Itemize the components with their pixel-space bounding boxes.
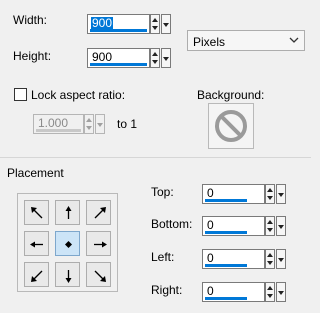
place-bottom-button[interactable] xyxy=(55,262,80,287)
place-center-button[interactable] xyxy=(55,231,80,256)
center-dot-icon xyxy=(65,241,72,248)
dropdown-arrow-icon xyxy=(278,225,284,229)
bottom-dropdown-button[interactable] xyxy=(276,216,286,236)
no-color-icon xyxy=(215,110,247,142)
aspect-ratio-underline xyxy=(36,129,81,132)
left-spinner[interactable] xyxy=(265,249,275,269)
right-field[interactable]: 0 xyxy=(202,282,286,302)
place-top-right-button[interactable] xyxy=(86,200,111,225)
dropdown-arrow-icon xyxy=(163,57,169,61)
aspect-ratio-field: 1.000 xyxy=(33,114,105,134)
left-field[interactable]: 0 xyxy=(202,249,286,269)
dropdown-arrow-icon xyxy=(163,23,169,27)
arrow-right-icon xyxy=(94,241,107,248)
spin-up-icon[interactable] xyxy=(267,220,273,224)
arrow-down-left-icon xyxy=(31,270,43,282)
spin-up-icon[interactable] xyxy=(152,52,158,56)
lock-aspect-label: Lock aspect ratio: xyxy=(31,88,126,102)
left-underline xyxy=(205,264,247,267)
spin-down-icon[interactable] xyxy=(267,294,273,298)
placement-heading: Placement xyxy=(7,166,64,180)
width-underline xyxy=(90,29,147,32)
aspect-ratio-spinner xyxy=(84,114,94,134)
place-bottom-right-button[interactable] xyxy=(86,262,111,287)
spin-down-icon[interactable] xyxy=(267,261,273,265)
units-select-value: Pixels xyxy=(193,35,226,49)
arrow-down-icon xyxy=(65,270,72,283)
units-select[interactable]: Pixels xyxy=(187,30,305,51)
spin-up-icon[interactable] xyxy=(152,18,158,22)
dropdown-arrow-icon xyxy=(278,291,284,295)
dropdown-arrow-icon xyxy=(97,123,103,127)
spin-up-icon[interactable] xyxy=(267,188,273,192)
aspect-ratio-dropdown-button xyxy=(95,114,105,134)
arrow-up-right-icon xyxy=(94,207,106,219)
width-dropdown-button[interactable] xyxy=(161,14,171,34)
height-dropdown-button[interactable] xyxy=(161,48,171,68)
place-left-button[interactable] xyxy=(24,231,49,256)
right-label: Right: xyxy=(151,283,183,297)
width-label: Width: xyxy=(13,13,48,27)
bottom-spinner[interactable] xyxy=(265,216,275,236)
spin-down-icon[interactable] xyxy=(267,228,273,232)
spin-up-icon[interactable] xyxy=(267,253,273,257)
background-label: Background: xyxy=(197,88,265,102)
left-label: Left: xyxy=(151,250,175,264)
right-dropdown-button[interactable] xyxy=(276,282,286,302)
lock-aspect-checkbox[interactable] xyxy=(14,88,27,101)
height-label: Height: xyxy=(13,49,52,63)
dropdown-arrow-icon xyxy=(278,193,284,197)
left-dropdown-button[interactable] xyxy=(276,249,286,269)
place-top-button[interactable] xyxy=(55,200,80,225)
right-underline xyxy=(205,297,247,300)
width-spinner[interactable] xyxy=(150,14,160,34)
bottom-field[interactable]: 0 xyxy=(202,216,286,236)
spin-down-icon xyxy=(86,126,92,130)
dropdown-arrow-icon xyxy=(278,258,284,262)
height-underline xyxy=(90,63,147,66)
arrow-up-icon xyxy=(65,206,72,219)
top-dropdown-button[interactable] xyxy=(276,184,286,204)
place-bottom-left-button[interactable] xyxy=(24,262,49,287)
spin-down-icon[interactable] xyxy=(152,60,158,64)
bottom-underline xyxy=(205,231,247,234)
height-field[interactable]: 900 xyxy=(87,48,171,68)
to-label: to 1 xyxy=(117,117,138,131)
top-field[interactable]: 0 xyxy=(202,184,286,204)
place-right-button[interactable] xyxy=(86,231,111,256)
arrow-down-right-icon xyxy=(94,270,106,282)
height-spinner[interactable] xyxy=(150,48,160,68)
bottom-label: Bottom: xyxy=(151,217,193,231)
section-divider xyxy=(0,157,311,158)
chevron-down-icon xyxy=(289,37,299,43)
placement-grid xyxy=(17,193,118,292)
spin-up-icon[interactable] xyxy=(267,286,273,290)
arrow-up-left-icon xyxy=(31,207,43,219)
width-field[interactable]: 900 xyxy=(87,14,171,34)
spin-down-icon[interactable] xyxy=(267,196,273,200)
top-label: Top: xyxy=(151,185,174,199)
spin-down-icon[interactable] xyxy=(152,26,158,30)
top-underline xyxy=(205,199,247,202)
right-spinner[interactable] xyxy=(265,282,275,302)
background-swatch[interactable] xyxy=(208,103,254,149)
arrow-left-icon xyxy=(30,241,43,248)
top-spinner[interactable] xyxy=(265,184,275,204)
place-top-left-button[interactable] xyxy=(24,200,49,225)
spin-up-icon xyxy=(86,118,92,122)
